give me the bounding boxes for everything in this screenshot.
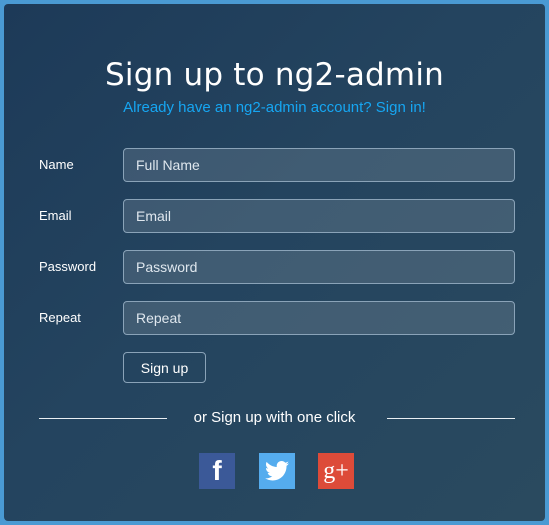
repeat-row: Repeat [4,301,545,335]
sign-up-button[interactable]: Sign up [123,352,206,383]
signup-card: Sign up to ng2-admin Already have an ng2… [4,4,545,521]
twitter-button[interactable] [259,453,295,489]
email-row: Email [4,199,545,233]
name-input[interactable] [123,148,515,182]
repeat-password-input[interactable] [123,301,515,335]
sign-in-link[interactable]: Already have an ng2-admin account? Sign … [4,99,545,116]
email-input[interactable] [123,199,515,233]
password-row: Password [4,250,545,284]
facebook-icon: f [212,455,222,486]
page-title: Sign up to ng2-admin [105,56,444,93]
google-plus-button[interactable]: g+ [318,453,354,489]
name-label: Name [39,157,74,172]
password-label: Password [39,259,97,274]
facebook-button[interactable]: f [199,453,235,489]
google-plus-icon: g+ [323,457,349,484]
divider-line-right [387,418,515,419]
password-input[interactable] [123,250,515,284]
twitter-icon [265,461,289,481]
repeat-label: Repeat [39,310,81,325]
email-label: Email [39,208,72,223]
name-row: Name [4,148,545,182]
